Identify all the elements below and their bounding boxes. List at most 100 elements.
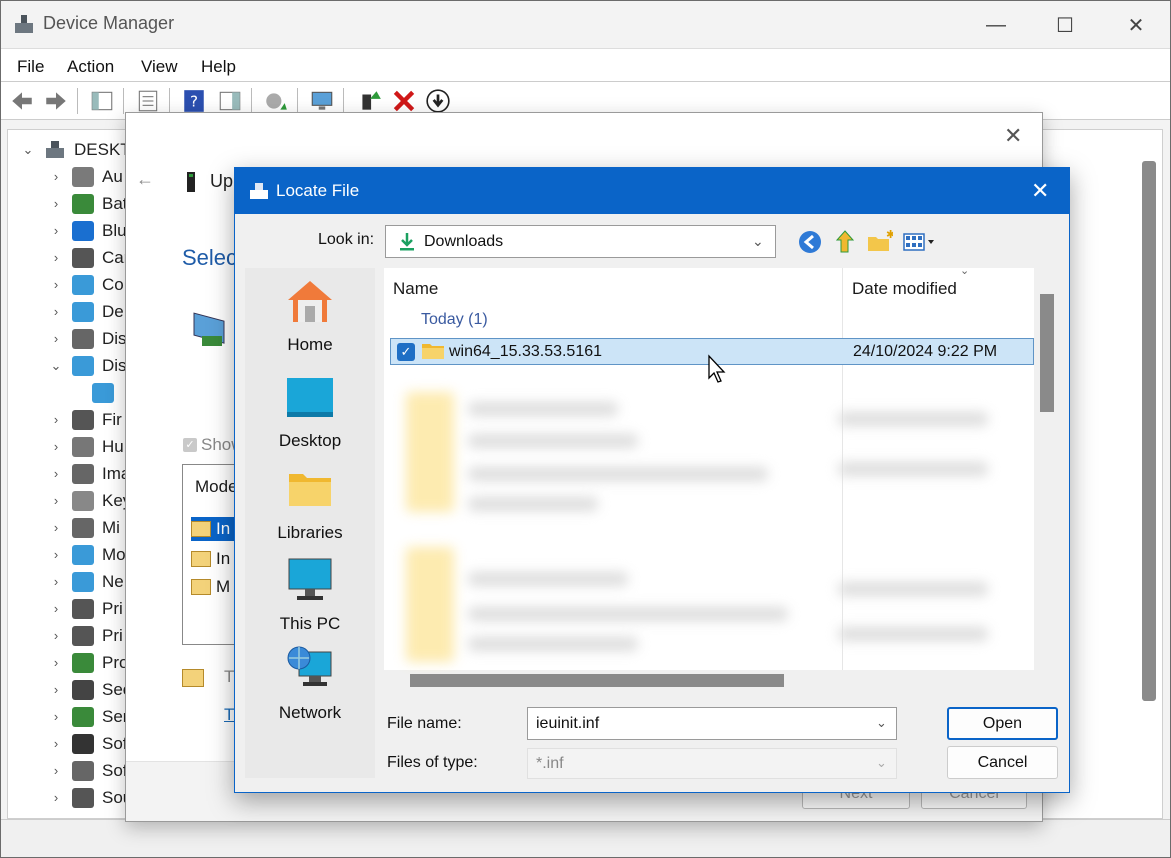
- blurred-folder: [406, 392, 454, 512]
- chevron-right-icon[interactable]: ›: [48, 763, 64, 778]
- list-item-label: M: [216, 577, 231, 596]
- chevron-right-icon[interactable]: ›: [48, 223, 64, 238]
- chevron-right-icon[interactable]: ›: [48, 331, 64, 346]
- chevron-right-icon[interactable]: ›: [48, 439, 64, 454]
- chevron-right-icon[interactable]: ›: [48, 628, 64, 643]
- look-in-label: Look in:: [318, 231, 375, 248]
- chevron-right-icon[interactable]: ›: [48, 547, 64, 562]
- chevron-down-icon[interactable]: ⌄: [20, 142, 36, 158]
- device-category-icon: [72, 598, 94, 619]
- chevron-right-icon[interactable]: ›: [48, 520, 64, 535]
- chevron-right-icon[interactable]: ›: [48, 736, 64, 751]
- close-icon[interactable]: ✕: [1004, 123, 1022, 149]
- view-menu-icon[interactable]: [901, 228, 941, 256]
- blurred-text: [468, 497, 598, 511]
- toolbar-divider: [297, 88, 298, 114]
- chevron-right-icon[interactable]: ›: [48, 682, 64, 697]
- chevron-right-icon[interactable]: ›: [48, 574, 64, 589]
- toolbar-divider: [251, 88, 252, 114]
- chevron-right-icon[interactable]: ›: [48, 304, 64, 319]
- tree-item-label: Fir: [102, 409, 122, 429]
- checkbox-checked-icon[interactable]: ✓: [397, 343, 415, 361]
- show-hide-console-tree-icon[interactable]: [89, 88, 115, 114]
- places-bar: Home Desktop Libraries This PC Network: [245, 268, 375, 778]
- computer-icon: [46, 140, 64, 158]
- tree-item-label: Au: [102, 166, 123, 186]
- chevron-down-icon[interactable]: ⌄: [48, 358, 64, 374]
- look-in-dropdown[interactable]: Downloads ⌄: [385, 225, 776, 258]
- model-list[interactable]: Mode In In M: [182, 464, 242, 645]
- chevron-right-icon[interactable]: ›: [48, 250, 64, 265]
- back-arrow-icon[interactable]: [9, 88, 35, 114]
- downloads-icon: [400, 233, 414, 251]
- driver-info-link[interactable]: T: [224, 705, 234, 725]
- minimize-button[interactable]: —: [973, 9, 1019, 41]
- file-name-input[interactable]: ieuinit.inf ⌄: [527, 707, 897, 740]
- file-name-label: File name:: [387, 715, 462, 732]
- menu-bar: File Action View Help: [1, 48, 1170, 82]
- menu-view[interactable]: View: [141, 57, 178, 77]
- add-driver-icon[interactable]: [357, 88, 383, 114]
- scan-hardware-icon[interactable]: [309, 88, 335, 114]
- chevron-right-icon[interactable]: ›: [48, 196, 64, 211]
- group-header[interactable]: Today (1): [421, 311, 488, 329]
- chevron-right-icon[interactable]: ›: [48, 466, 64, 481]
- place-this-pc[interactable]: This PC: [245, 557, 375, 634]
- back-icon[interactable]: [796, 228, 824, 256]
- device-category-icon: [72, 733, 94, 754]
- vertical-scrollbar[interactable]: [1142, 161, 1156, 701]
- place-network[interactable]: Network: [245, 646, 375, 723]
- menu-help[interactable]: Help: [201, 57, 236, 77]
- device-category-icon: [72, 571, 94, 592]
- chevron-right-icon[interactable]: ›: [48, 277, 64, 292]
- tree-item-label: Bat: [102, 193, 128, 213]
- status-bar: [1, 819, 1170, 857]
- name-column-header[interactable]: Name: [393, 279, 438, 299]
- chevron-right-icon[interactable]: ›: [48, 790, 64, 805]
- vertical-scrollbar-thumb[interactable]: [1040, 294, 1054, 412]
- properties-icon[interactable]: [135, 88, 161, 114]
- chevron-right-icon[interactable]: ›: [48, 493, 64, 508]
- chevron-down-icon[interactable]: ⌄: [876, 715, 887, 731]
- blurred-text: [468, 434, 638, 448]
- tree-item-label: Dis: [102, 328, 127, 348]
- uninstall-device-icon[interactable]: [391, 88, 417, 114]
- toolbar-divider: [77, 88, 78, 114]
- file-date: 24/10/2024 9:22 PM: [853, 343, 998, 360]
- action-pane-icon[interactable]: [217, 88, 243, 114]
- chevron-right-icon[interactable]: ›: [48, 709, 64, 724]
- chevron-right-icon[interactable]: ›: [48, 412, 64, 427]
- files-of-type-dropdown[interactable]: *.inf ⌄: [527, 748, 897, 779]
- horizontal-scrollbar-thumb[interactable]: [410, 674, 784, 687]
- date-modified-column-header[interactable]: Date modified: [852, 279, 957, 299]
- device-category-icon: [72, 787, 94, 808]
- place-home[interactable]: Home: [245, 278, 375, 355]
- menu-file[interactable]: File: [17, 57, 44, 77]
- chevron-right-icon[interactable]: ›: [48, 169, 64, 184]
- place-label: Network: [278, 703, 342, 722]
- place-desktop[interactable]: Desktop: [245, 374, 375, 451]
- download-icon[interactable]: [425, 88, 451, 114]
- forward-arrow-icon[interactable]: [43, 88, 69, 114]
- cancel-button[interactable]: Cancel: [947, 746, 1058, 779]
- update-driver-icon[interactable]: [263, 88, 289, 114]
- maximize-button[interactable]: ☐: [1042, 9, 1088, 41]
- close-icon[interactable]: ✕: [1031, 178, 1049, 204]
- file-list[interactable]: Name ⌄ Date modified Today (1) ✓ win64_1…: [384, 265, 1034, 670]
- menu-action[interactable]: Action: [67, 57, 114, 77]
- back-arrow-icon[interactable]: ←: [136, 169, 154, 190]
- help-icon[interactable]: ?: [181, 88, 207, 114]
- chevron-right-icon[interactable]: ›: [48, 655, 64, 670]
- checkmark-icon: ✓: [183, 438, 197, 452]
- close-button[interactable]: ✕: [1113, 9, 1159, 41]
- up-one-level-icon[interactable]: [831, 228, 859, 256]
- driver-icon: [191, 551, 211, 567]
- blurred-text: [468, 402, 618, 416]
- place-libraries[interactable]: Libraries: [245, 466, 375, 543]
- desktop-icon: [287, 378, 333, 417]
- chevron-right-icon[interactable]: ›: [48, 601, 64, 616]
- open-button[interactable]: Open: [947, 707, 1058, 740]
- tree-item-label: Mi: [102, 517, 120, 537]
- model-column-header: Mode: [195, 477, 238, 496]
- new-folder-icon[interactable]: ✱: [865, 228, 893, 256]
